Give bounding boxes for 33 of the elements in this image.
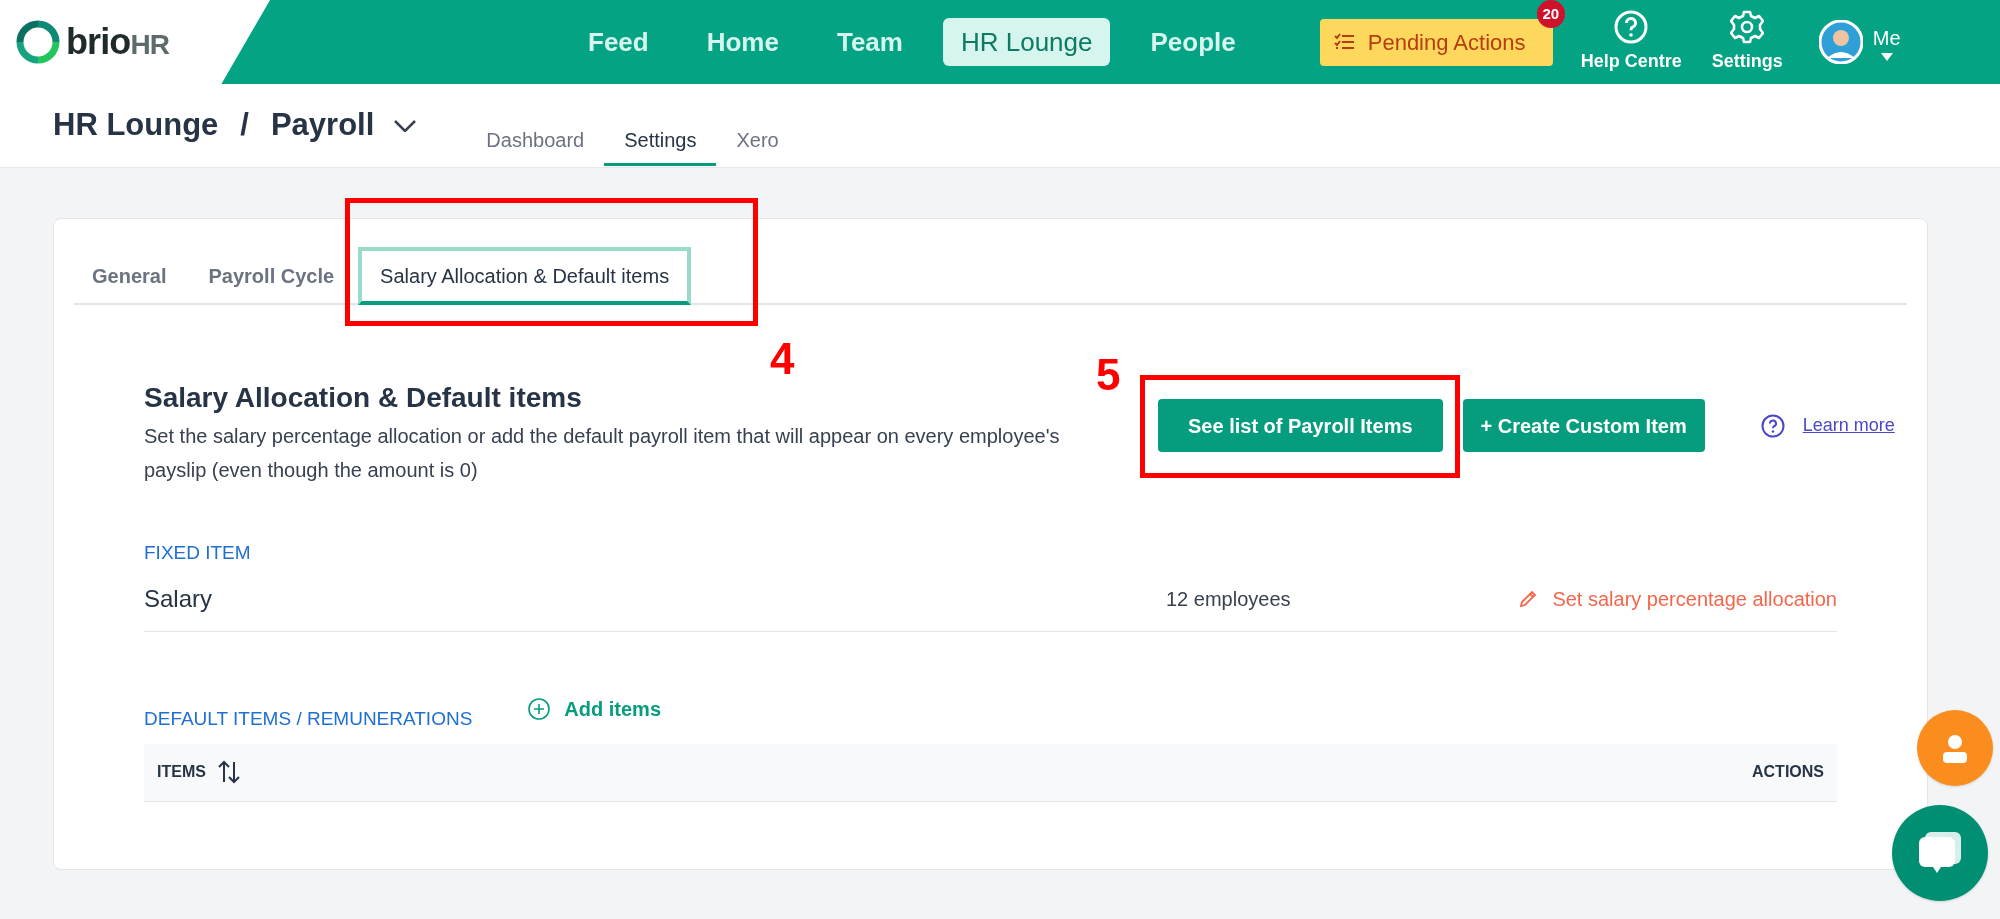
create-custom-item-button[interactable]: + Create Custom Item — [1462, 399, 1705, 452]
section-tab[interactable]: Payroll Cycle — [190, 247, 353, 305]
page-tab[interactable]: Xero — [716, 116, 799, 166]
page-tab[interactable]: Settings — [604, 116, 717, 166]
set-allocation-link[interactable]: Set salary percentage allocation — [1518, 584, 1837, 614]
section-heading: DEFAULT ITEMS / REMUNERATIONS — [144, 707, 473, 731]
nav-tab[interactable]: Home — [688, 18, 797, 66]
brand-logo-text: brioHR — [66, 20, 170, 64]
annotation-number: 5 — [1096, 349, 1121, 401]
page-tab[interactable]: Dashboard — [466, 116, 605, 166]
column-header: ACTIONS — [1752, 762, 1824, 782]
annotation-number: 4 — [770, 333, 795, 385]
section-tab[interactable]: Salary Allocation & Default items — [358, 247, 692, 305]
breadcrumb: HR Lounge / Payroll — [53, 106, 375, 145]
section-heading: FIXED ITEM — [144, 541, 252, 565]
learn-more-link[interactable]: Learn more — [1802, 412, 1895, 439]
nav-tab[interactable]: Feed — [570, 18, 667, 66]
see-payroll-items-button[interactable]: See list of Payroll Items — [1158, 399, 1443, 452]
column-header[interactable]: ITEMS — [157, 760, 206, 784]
nav-tab[interactable]: People — [1132, 18, 1254, 66]
employee-count: 12 employees — [1166, 587, 1292, 612]
section-description: Set the salary percentage allocation or add the default payroll item that will appear on every employee's payslip (even though the amount is 0) — [144, 424, 1061, 483]
help-centre-link[interactable]: Help Centre — [1580, 9, 1682, 75]
section-title: Salary Allocation & Default items — [144, 381, 582, 415]
section-tab[interactable]: General — [74, 247, 185, 305]
pending-actions-button[interactable]: Pending Actions — [1319, 18, 1553, 66]
item-name: Salary — [144, 584, 214, 614]
nav-tab[interactable]: HR Lounge — [942, 18, 1111, 66]
settings-link[interactable]: Settings — [1711, 9, 1783, 75]
notification-badge: 20 — [1536, 0, 1565, 28]
add-items-button[interactable]: Add items — [528, 693, 661, 724]
user-menu-label[interactable]: Me — [1872, 23, 1901, 53]
nav-tab[interactable]: Team — [818, 18, 921, 66]
